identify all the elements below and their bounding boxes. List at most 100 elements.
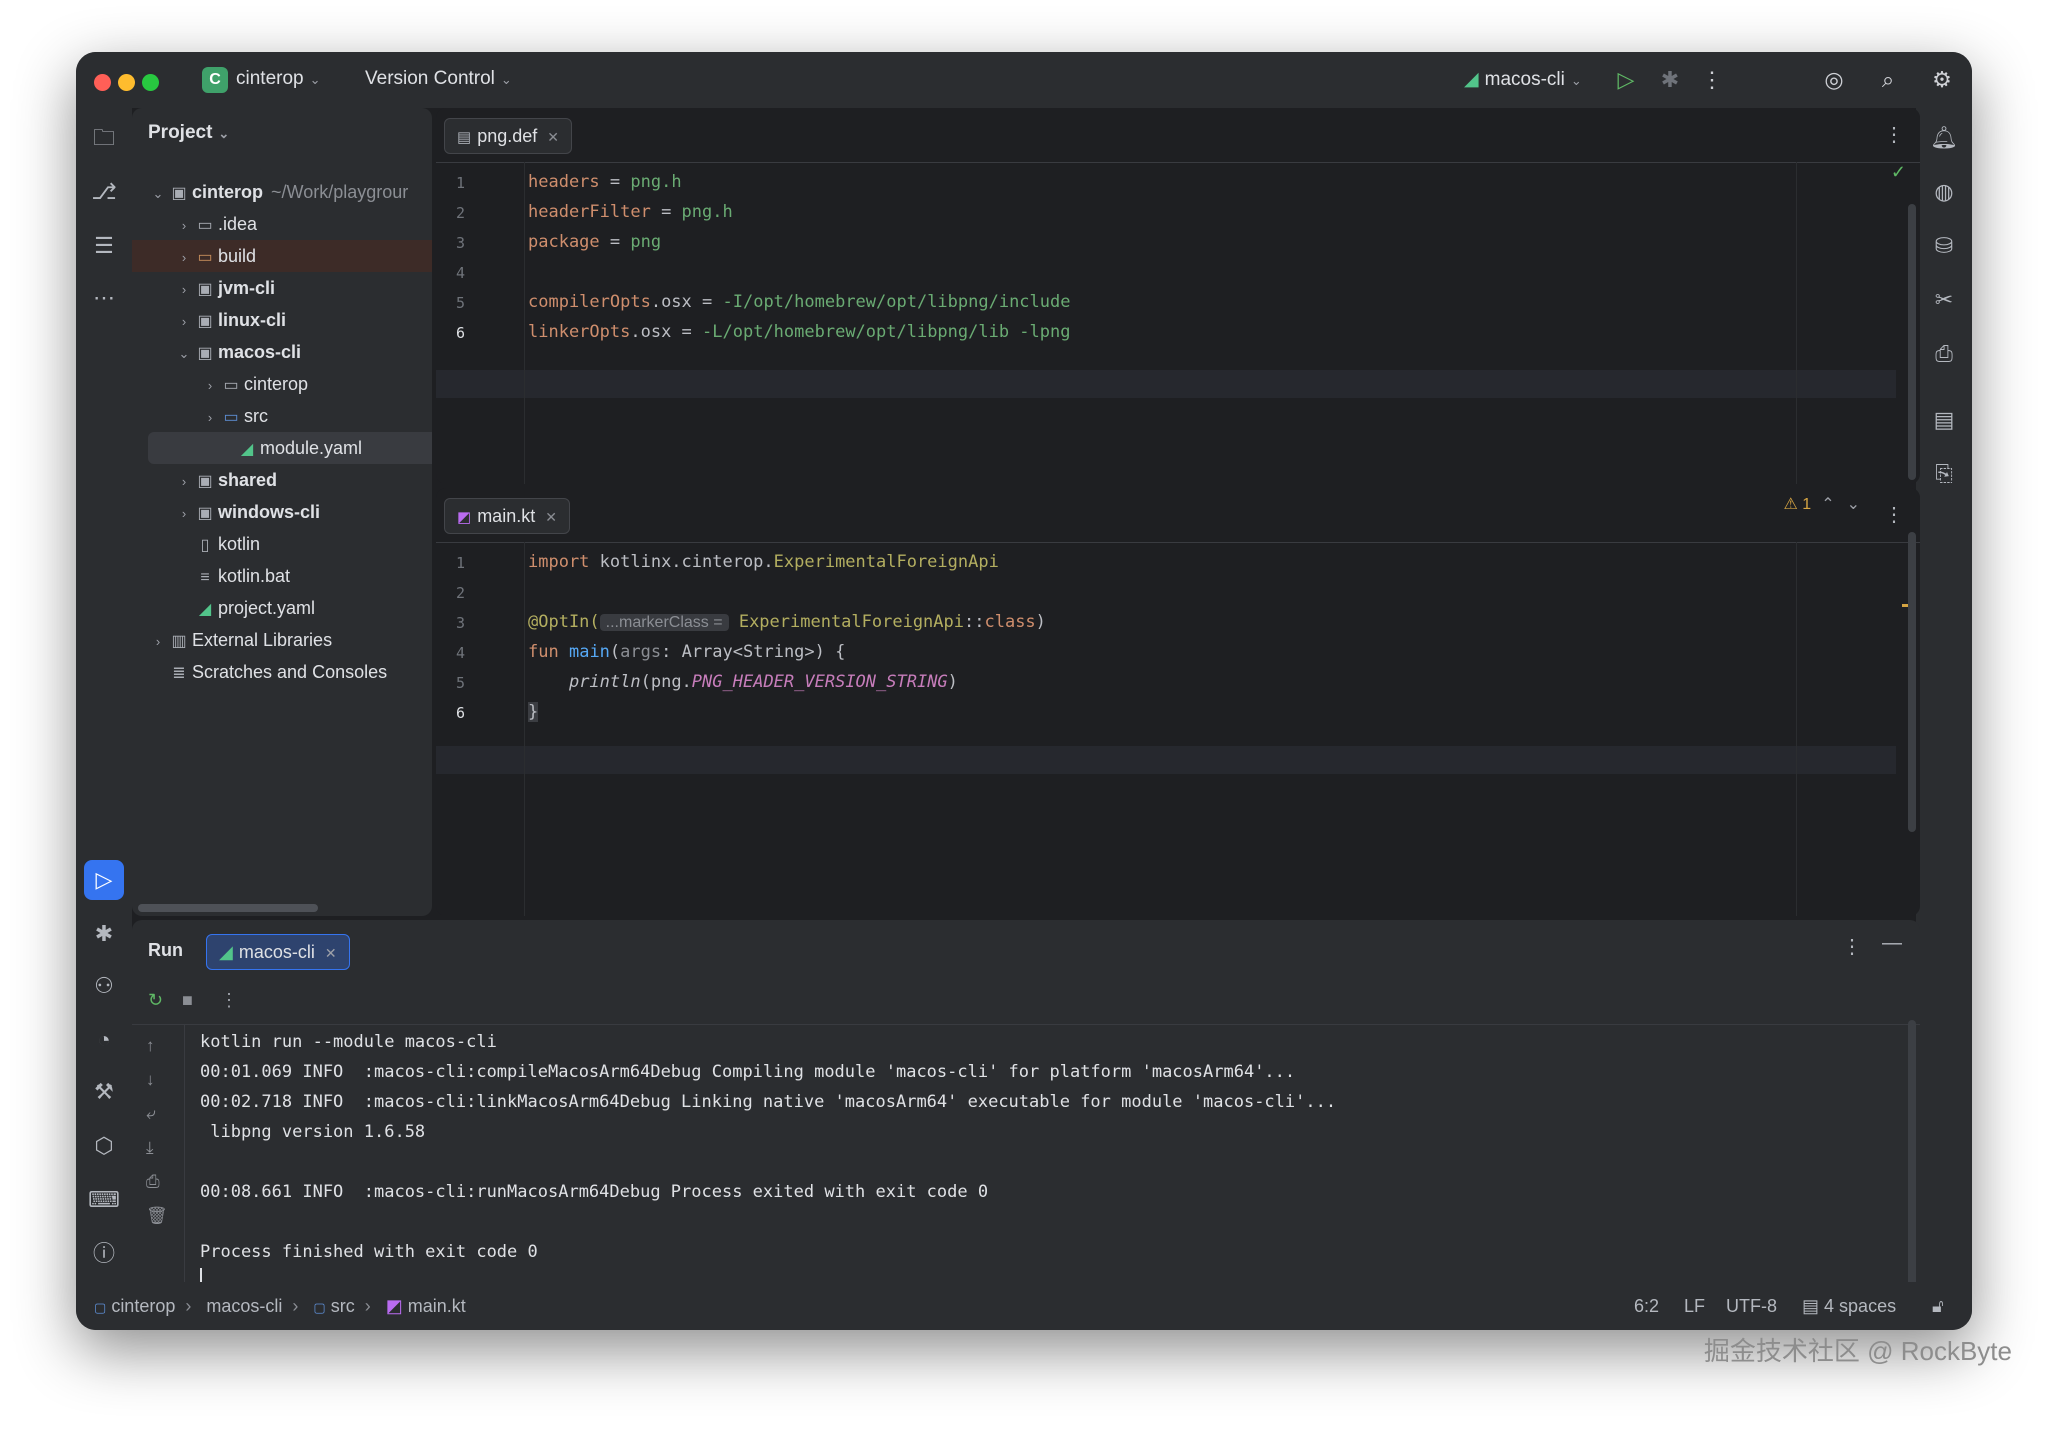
warning-indicator[interactable]: ⚠ 1 ⌃ ⌄ <box>1783 494 1860 514</box>
notifications-bell-icon[interactable]: 🔔︎ <box>1924 118 1964 158</box>
code-line[interactable]: } <box>528 702 539 722</box>
tree-item-external-libraries[interactable]: › ▥ External Libraries <box>132 624 432 656</box>
code-line[interactable]: println(png.PNG_HEADER_VERSION_STRING) <box>528 672 958 692</box>
tree-item-kotlin[interactable]: ▯ kotlin <box>132 528 432 560</box>
build-hammer-icon[interactable]: ⚒ <box>84 1072 124 1112</box>
more-actions-icon[interactable]: ⋮ <box>1696 64 1728 96</box>
editor-more-icon[interactable]: ⋮ <box>1884 122 1904 147</box>
services-play-icon[interactable]: ⬡ <box>84 1126 124 1166</box>
minimize-panel-icon[interactable]: — <box>1882 932 1902 955</box>
run-config-selector[interactable]: ◢ macos-cli ⌄ <box>1464 68 1582 91</box>
project-panel-title[interactable]: Project ⌄ <box>148 122 229 144</box>
vcs-commit-icon[interactable]: ⎇ <box>84 172 124 212</box>
code-line[interactable]: compilerOpts.osx = -I/opt/homebrew/opt/l… <box>528 292 1071 312</box>
breadcrumb-item[interactable]: macos-cli <box>206 1296 282 1316</box>
code-line[interactable]: package = png <box>528 232 661 252</box>
print-icon[interactable]: ⎙ <box>146 1172 160 1192</box>
tree-item-project-yaml[interactable]: ◢ project.yaml <box>132 592 432 624</box>
lock-icon[interactable]: 🔓︎ <box>1932 1296 1944 1317</box>
breadcrumb-item[interactable]: cinterop <box>111 1296 175 1316</box>
tree-item-linux-cli[interactable]: › ▣ linux-cli <box>132 304 432 336</box>
problems-icon[interactable]: ⓘ <box>84 1234 124 1274</box>
indent-setting[interactable]: ▤ 4 spaces <box>1802 1296 1896 1317</box>
code-line[interactable]: linkerOpts.osx = -L/opt/homebrew/opt/lib… <box>528 322 1071 342</box>
ai-chat-icon[interactable]: ◍ <box>1924 172 1964 212</box>
module-folder-icon: ▣ <box>197 473 213 490</box>
gradle-icon[interactable]: ✂ <box>1924 280 1964 320</box>
tree-item-shared[interactable]: › ▣ shared <box>132 464 432 496</box>
line-number: 3 <box>456 614 466 632</box>
code-line[interactable]: @OptIn(...markerClass = ExperimentalFore… <box>528 612 1046 632</box>
tree-item-idea[interactable]: › ▭ .idea <box>132 208 432 240</box>
close-tab-icon[interactable]: ✕ <box>325 945 337 961</box>
gutter-divider <box>524 162 525 484</box>
structure-icon[interactable]: ☰ <box>84 226 124 266</box>
project-badge[interactable]: C <box>202 67 228 93</box>
toolbar-more-icon[interactable]: ⋮ <box>220 990 238 1011</box>
settings-gear-icon[interactable]: ⚙ <box>1926 64 1958 96</box>
soft-wrap-icon[interactable]: ⤶ <box>146 1104 156 1124</box>
tab-label: png.def <box>477 126 538 146</box>
more-tools-icon[interactable]: ⋯ <box>84 278 124 318</box>
tree-item-jvm-cli[interactable]: › ▣ jvm-cli <box>132 272 432 304</box>
terminal-icon[interactable]: ⌨ <box>84 1180 124 1220</box>
tree-item-kotlin-bat[interactable]: ≡ kotlin.bat <box>132 560 432 592</box>
tab-png-def[interactable]: ▤ png.def ✕ <box>444 118 572 154</box>
tree-item-cinterop-root[interactable]: ⌄ ▣ cinterop ~/Work/playgrour <box>132 176 432 208</box>
tree-item-macos-cli[interactable]: ⌄ ▣ macos-cli <box>132 336 432 368</box>
database-icon[interactable]: ⛁ <box>1924 226 1964 266</box>
tree-item-src[interactable]: › ▭ src <box>132 400 432 432</box>
close-window-button[interactable] <box>94 74 111 91</box>
code-line[interactable]: fun main(args: Array<String>) { <box>528 642 845 662</box>
code-line[interactable]: import kotlinx.cinterop.ExperimentalFore… <box>528 552 999 572</box>
coverage-icon[interactable]: ⎙ <box>1924 334 1964 374</box>
tab-main-kt[interactable]: ◩ main.kt ✕ <box>444 498 570 534</box>
vertical-scrollbar[interactable] <box>1908 532 1916 832</box>
debug-bug-icon[interactable]: ✱ <box>84 914 124 954</box>
zoom-window-button[interactable] <box>142 74 159 91</box>
arrow-up-icon[interactable]: ↑ <box>146 1036 155 1056</box>
horizontal-scrollbar[interactable] <box>138 904 318 912</box>
breadcrumb-item[interactable]: src <box>331 1296 355 1316</box>
ai-assistant-icon[interactable]: ◎ <box>1818 64 1850 96</box>
tree-item-scratches[interactable]: ≣ Scratches and Consoles <box>132 656 432 688</box>
project-folder-icon[interactable]: 🗀 <box>84 118 124 158</box>
scroll-to-end-icon[interactable]: ⤓ <box>146 1138 154 1158</box>
close-tab-icon[interactable]: ✕ <box>547 129 559 145</box>
run-more-icon[interactable]: ⋮ <box>1842 934 1862 959</box>
tree-item-macos-cinterop[interactable]: › ▭ cinterop <box>132 368 432 400</box>
run-tool-icon[interactable]: ▷ <box>84 860 124 900</box>
run-tab-macos-cli[interactable]: ◢ macos-cli ✕ <box>206 934 350 970</box>
line-separator[interactable]: LF <box>1684 1296 1705 1317</box>
file-encoding[interactable]: UTF-8 <box>1726 1296 1777 1317</box>
breadcrumb-item[interactable]: main.kt <box>408 1296 466 1316</box>
vcs-menu[interactable]: Version Control ⌄ <box>365 68 512 90</box>
debug-icon[interactable]: ✱ <box>1654 64 1686 96</box>
tree-item-module-yaml[interactable]: ◢ module.yaml <box>148 432 432 464</box>
project-selector[interactable]: cinterop ⌄ <box>236 68 321 90</box>
vertical-scrollbar[interactable] <box>1908 204 1916 480</box>
chevron-up-icon[interactable]: ⌃ <box>1821 496 1834 513</box>
search-icon[interactable]: ⌕ <box>1872 64 1904 96</box>
device-manager-icon[interactable]: ▤ <box>1924 400 1964 440</box>
rerun-icon[interactable]: ↻ <box>148 990 163 1011</box>
run-toolbar: ↻ ■ ⋮ <box>132 980 1920 1025</box>
code-line[interactable]: headers = png.h <box>528 172 682 192</box>
stop-icon[interactable]: ■ <box>182 990 193 1011</box>
minimize-window-button[interactable] <box>118 74 135 91</box>
inspect-icon[interactable]: ⎘ <box>1924 454 1964 494</box>
caret-position[interactable]: 6:2 <box>1634 1296 1659 1317</box>
close-tab-icon[interactable]: ✕ <box>545 509 557 525</box>
editor-more-icon[interactable]: ⋮ <box>1884 502 1904 527</box>
arrow-down-icon[interactable]: ↓ <box>146 1070 155 1090</box>
run-icon[interactable]: ▷ <box>1610 64 1642 96</box>
chevron-down-icon[interactable]: ⌄ <box>1847 496 1860 513</box>
chevron-right-icon: › <box>181 314 187 329</box>
code-line[interactable]: headerFilter = png.h <box>528 202 733 222</box>
tree-item-build[interactable]: › ▭ build <box>132 240 432 272</box>
profiler-icon[interactable]: ◔ <box>84 1020 124 1060</box>
tree-item-windows-cli[interactable]: › ▣ windows-cli <box>132 496 432 528</box>
services-icon[interactable]: ⚇ <box>84 966 124 1006</box>
project-panel: Project ⌄ ⌄ ▣ cinterop ~/Work/playgrour › ▭ .i… <box>132 108 432 916</box>
trash-icon[interactable]: 🗑︎ <box>146 1206 168 1226</box>
